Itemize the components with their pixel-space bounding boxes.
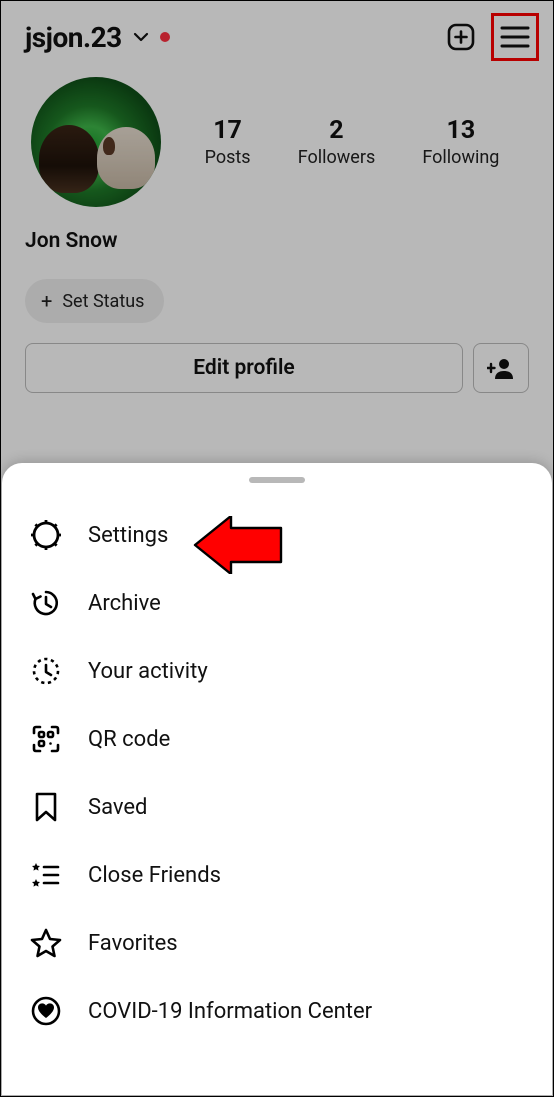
profile-summary: 17 Posts 2 Followers 13 Following [1,67,553,217]
status-label: Set Status [62,291,144,312]
menu-button[interactable] [497,19,533,55]
menu-item-settings[interactable]: Settings [2,501,552,569]
username: jsjon.23 [25,21,122,54]
chevron-down-icon [132,28,150,46]
gear-icon [30,519,62,551]
hamburger-icon [500,25,530,49]
stat-value: 2 [298,116,376,145]
display-name: Jon Snow [1,217,553,253]
menu-label: Your activity [88,659,208,684]
bookmark-icon [30,791,62,823]
activity-icon [30,655,62,687]
menu-item-saved[interactable]: Saved [2,773,552,841]
edit-profile-label: Edit profile [193,356,294,380]
menu-label: Close Friends [88,863,221,888]
account-switcher[interactable]: jsjon.23 [25,21,170,54]
stat-posts[interactable]: 17 Posts [205,116,251,168]
menu-item-qr[interactable]: QR code [2,705,552,773]
sheet-grabber[interactable] [249,477,305,483]
menu-label: COVID-19 Information Center [88,999,372,1024]
menu-item-covid[interactable]: COVID-19 Information Center [2,977,552,1045]
stat-label: Following [422,147,499,168]
heart-badge-icon [30,995,62,1027]
menu-item-archive[interactable]: Archive [2,569,552,637]
menu-label: Settings [88,523,168,548]
menu-item-activity[interactable]: Your activity [2,637,552,705]
notification-dot-icon [160,32,170,42]
qr-icon [30,723,62,755]
menu-label: QR code [88,727,170,752]
menu-label: Saved [88,795,147,820]
set-status-button[interactable]: + Set Status [25,279,164,323]
menu-item-close-friends[interactable]: Close Friends [2,841,552,909]
menu-label: Archive [88,591,161,616]
plus-icon: + [41,289,52,313]
close-friends-icon [30,859,62,891]
menu-sheet: Settings Archive Your activity [2,463,552,1095]
stat-following[interactable]: 13 Following [422,116,499,168]
header: jsjon.23 [1,1,553,67]
stat-label: Posts [205,147,251,168]
stat-label: Followers [298,147,376,168]
menu-item-favorites[interactable]: Favorites [2,909,552,977]
stat-followers[interactable]: 2 Followers [298,116,376,168]
menu-label: Favorites [88,931,178,956]
star-icon [30,927,62,959]
edit-profile-button[interactable]: Edit profile [25,343,463,393]
plus-square-icon [445,21,477,53]
stat-value: 17 [205,116,251,145]
add-person-icon [487,356,515,380]
discover-people-button[interactable] [473,343,529,393]
avatar[interactable] [31,77,161,207]
archive-icon [30,587,62,619]
stat-value: 13 [422,116,499,145]
create-button[interactable] [443,19,479,55]
